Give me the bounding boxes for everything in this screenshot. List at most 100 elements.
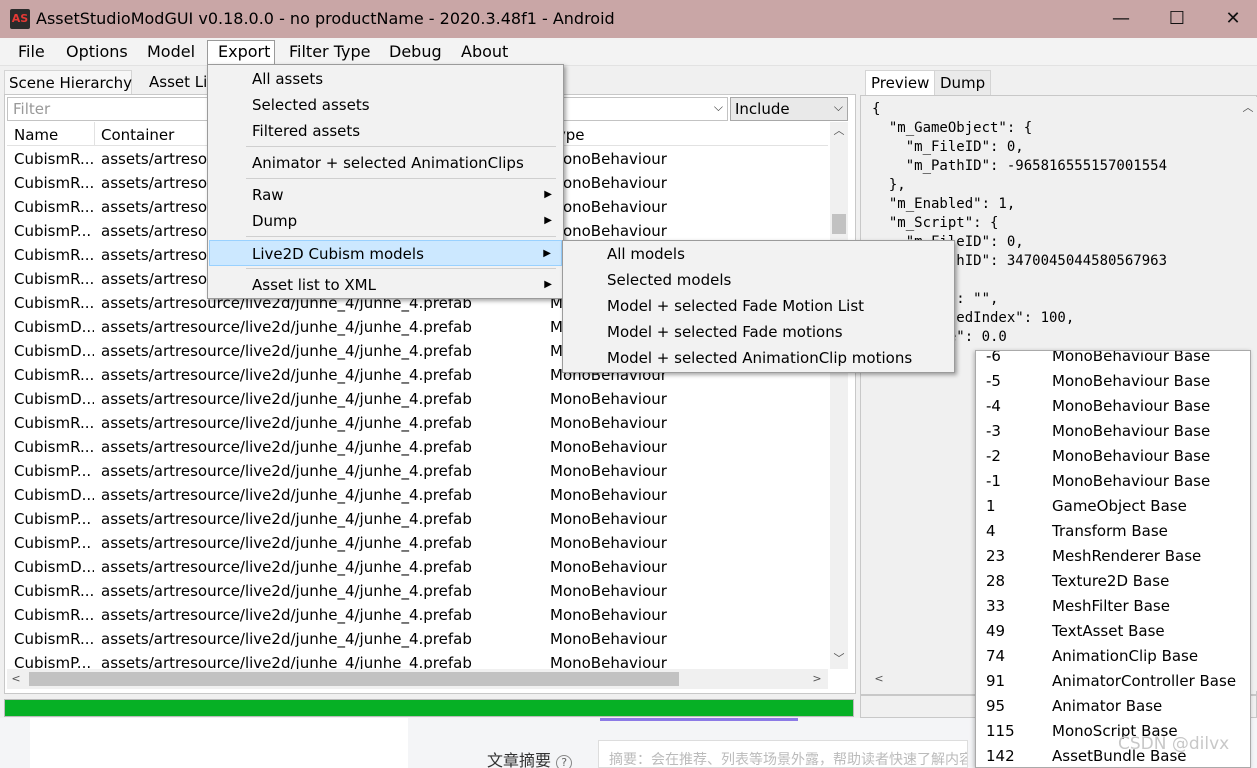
table-row[interactable]: CubismR... assets/artresource/live2d/junh… [7, 411, 828, 435]
type-name: MonoBehaviour Base [1052, 422, 1211, 440]
list-item[interactable]: -3 MonoBehaviour Base [976, 419, 1250, 444]
live2d-all-models[interactable]: All models [564, 241, 953, 267]
include-dropdown[interactable]: Include ⌵ [730, 97, 848, 121]
table-row[interactable]: CubismR... assets/artresource/live2d/junh… [7, 435, 828, 459]
menu-item-label: Dump [252, 212, 298, 230]
menu-separator [246, 236, 556, 237]
table-row[interactable]: CubismR... assets/artresource/live2d/junh… [7, 603, 828, 627]
vertical-scroll-thumb[interactable] [832, 214, 846, 234]
scroll-right-icon[interactable]: > [808, 670, 826, 688]
list-item[interactable]: 49 TextAsset Base [976, 619, 1250, 644]
list-item[interactable]: 95 Animator Base [976, 694, 1250, 719]
column-header-container[interactable]: Container [101, 124, 174, 146]
list-item[interactable]: -1 MonoBehaviour Base [976, 469, 1250, 494]
list-item[interactable]: 1 GameObject Base [976, 494, 1250, 519]
table-row[interactable]: CubismP... assets/artresource/live2d/junh… [7, 531, 828, 555]
menu-separator [246, 146, 556, 147]
cell-type: MonoBehaviour [550, 174, 667, 192]
scroll-left-icon[interactable]: < [7, 670, 25, 688]
list-item[interactable]: -2 MonoBehaviour Base [976, 444, 1250, 469]
menu-model[interactable]: Model [147, 41, 195, 63]
column-header-name[interactable]: Name [14, 124, 58, 146]
menu-about[interactable]: About [461, 41, 508, 63]
menu-export[interactable]: Export [218, 41, 270, 63]
menu-item-label: Animator + selected AnimationClips [252, 154, 524, 172]
scroll-left-icon[interactable]: < [870, 670, 888, 688]
type-name: GameObject Base [1052, 497, 1187, 515]
export-selected-assets[interactable]: Selected assets [209, 92, 562, 118]
type-filter-dropdown[interactable]: ⌵ [560, 97, 728, 121]
cell-name: CubismR... [14, 630, 94, 648]
cell-type: MonoBehaviour [550, 510, 667, 528]
live2d-selected-models[interactable]: Selected models [564, 267, 953, 293]
menu-item-label: All assets [252, 70, 324, 88]
table-row[interactable]: CubismP... assets/artresource/live2d/junh… [7, 651, 828, 669]
cell-name: CubismD... [14, 558, 94, 576]
type-name: Texture2D Base [1052, 572, 1170, 590]
tab-scene-hierarchy[interactable]: Scene Hierarchy [4, 70, 132, 94]
export-animator-clips[interactable]: Animator + selected AnimationClips [209, 150, 562, 176]
menu-options[interactable]: Options [66, 41, 128, 63]
list-item[interactable]: 74 AnimationClip Base [976, 644, 1250, 669]
accent-line [600, 718, 798, 721]
export-live2d-models[interactable]: Live2D Cubism models ▶ [209, 240, 562, 266]
list-item[interactable]: -6 MonoBehaviour Base [976, 351, 1250, 369]
close-button[interactable]: ✕ [1205, 0, 1257, 38]
cell-container: assets/artresource/live2d/junhe_4/junhe_… [101, 534, 472, 552]
scroll-up-icon[interactable]: ︿ [1239, 99, 1257, 117]
type-name: AnimationClip Base [1052, 647, 1199, 665]
tab-preview[interactable]: Preview [865, 70, 936, 95]
vertical-scrollbar[interactable] [830, 122, 848, 669]
scroll-down-icon[interactable]: ﹀ [830, 650, 848, 668]
type-id: 1 [986, 497, 996, 515]
list-item[interactable]: 33 MeshFilter Base [976, 594, 1250, 619]
menu-separator [246, 178, 556, 179]
cell-container: assets/artresource/live2d/junhe_4/junhe_… [101, 318, 472, 336]
column-divider[interactable] [94, 122, 95, 146]
list-item[interactable]: 4 Transform Base [976, 519, 1250, 544]
cell-container: assets/artresource/live2d/junhe_4/junhe_… [101, 462, 472, 480]
list-item[interactable]: 91 AnimatorController Base [976, 669, 1250, 694]
menu-filter-type[interactable]: Filter Type [289, 41, 370, 63]
maximize-button[interactable]: ☐ [1149, 0, 1205, 38]
export-asset-list-xml[interactable]: Asset list to XML ▶ [209, 272, 562, 298]
cell-container: assets/artresource/live2d/junhe_4/junhe_… [101, 438, 472, 456]
tab-dump[interactable]: Dump [934, 70, 992, 95]
table-row[interactable]: CubismP... assets/artresource/live2d/junh… [7, 459, 828, 483]
table-row[interactable]: CubismD... assets/artresource/live2d/junh… [7, 387, 828, 411]
type-id: -1 [986, 472, 1001, 490]
table-row[interactable]: CubismP... assets/artresource/live2d/junh… [7, 507, 828, 531]
list-item[interactable]: -4 MonoBehaviour Base [976, 394, 1250, 419]
table-row[interactable]: CubismR... assets/artresource/live2d/junh… [7, 627, 828, 651]
list-item[interactable]: 23 MeshRenderer Base [976, 544, 1250, 569]
list-item[interactable]: 28 Texture2D Base [976, 569, 1250, 594]
export-filtered-assets[interactable]: Filtered assets [209, 118, 562, 144]
tab-asset-list[interactable]: Asset List [145, 70, 221, 94]
preview-line: "m_Script": { [872, 215, 999, 231]
horizontal-scroll-thumb[interactable] [29, 672, 679, 686]
cell-name: CubismP... [14, 654, 92, 669]
scroll-up-icon[interactable]: ︿ [830, 122, 848, 140]
submenu-arrow-icon: ▶ [544, 279, 552, 290]
live2d-model-fade-motion-list[interactable]: Model + selected Fade Motion List [564, 293, 953, 319]
live2d-model-fade-motions[interactable]: Model + selected Fade motions [564, 319, 953, 345]
type-name: MeshRenderer Base [1052, 547, 1202, 565]
summary-input[interactable]: 摘要：会在推荐、列表等场景外露，帮助读者快速了解内容 [598, 740, 968, 768]
cell-name: CubismR... [14, 438, 94, 456]
menu-debug[interactable]: Debug [389, 41, 442, 63]
export-all-assets[interactable]: All assets [209, 66, 562, 92]
type-id: 49 [986, 622, 1006, 640]
list-item[interactable]: -5 MonoBehaviour Base [976, 369, 1250, 394]
table-row[interactable]: CubismD... assets/artresource/live2d/junh… [7, 555, 828, 579]
minimize-button[interactable]: — [1093, 0, 1149, 38]
menu-file[interactable]: File [18, 41, 45, 63]
help-icon[interactable]: ? [556, 755, 573, 768]
cell-type: MonoBehaviour [550, 414, 667, 432]
export-raw[interactable]: Raw ▶ [209, 182, 562, 208]
live2d-model-animationclip-motions[interactable]: Model + selected AnimationClip motions [564, 345, 953, 371]
table-row[interactable]: CubismR... assets/artresource/live2d/junh… [7, 579, 828, 603]
type-name: MonoBehaviour Base [1052, 447, 1211, 465]
export-dump[interactable]: Dump ▶ [209, 208, 562, 234]
submenu-arrow-icon: ▶ [543, 248, 551, 259]
table-row[interactable]: CubismD... assets/artresource/live2d/junh… [7, 483, 828, 507]
